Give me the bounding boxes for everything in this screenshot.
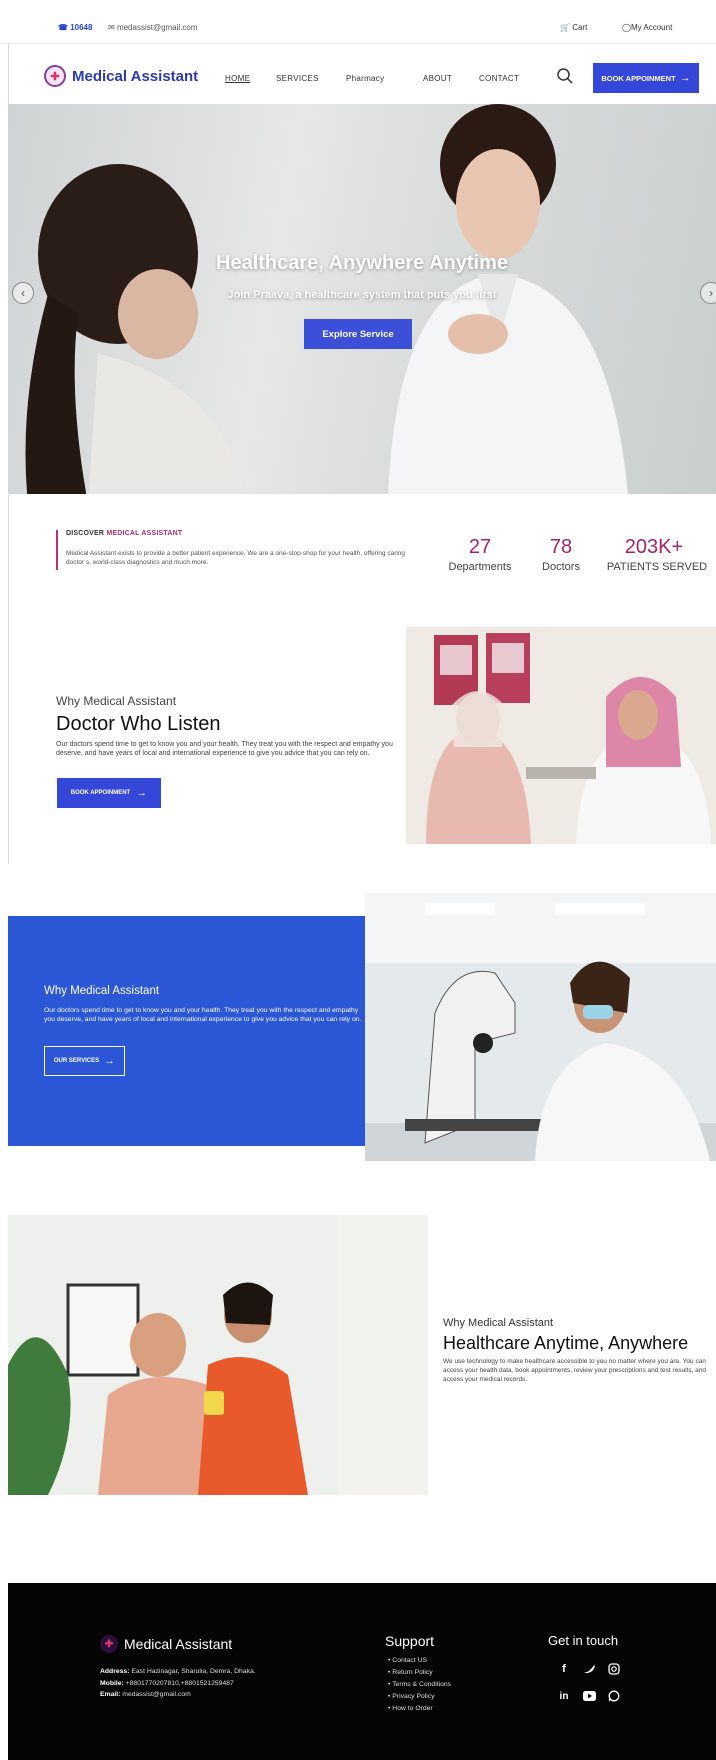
arrow-right-icon: → xyxy=(104,1055,116,1067)
book-appointment-button[interactable]: BOOK APPOINMENT → xyxy=(593,63,699,93)
patient-illustration xyxy=(25,164,245,494)
blue-panel xyxy=(8,916,365,1146)
stat-patients-label: PATIENTS SERVED xyxy=(606,561,708,573)
family-illustration xyxy=(8,1215,428,1495)
footer: ✚ Medical Assistant Address: East Hazina… xyxy=(8,1583,716,1760)
family-photo xyxy=(8,1215,428,1495)
doctor-consult-photo xyxy=(406,627,716,844)
nav-pharmacy[interactable]: Pharmacy xyxy=(346,74,384,83)
support-link-terms[interactable]: Terms & Conditions xyxy=(388,1679,451,1691)
footer-contact-info: Address: East Hazinagar, Sharulia, Demra… xyxy=(100,1666,256,1701)
stat-patients-value: 203K+ xyxy=(624,536,684,558)
footer-address: Address: East Hazinagar, Sharulia, Demra… xyxy=(100,1668,256,1675)
phone-icon: ☎ xyxy=(58,23,71,32)
listen-book-button[interactable]: BOOK APPOINMENT → xyxy=(57,778,161,808)
footer-email: Email: medassist@gmail.com xyxy=(100,1691,191,1699)
lab-illustration xyxy=(365,893,716,1161)
main-nav: ✚ Medical Assistant HOME SERVICES Pharma… xyxy=(0,48,716,104)
support-link-return[interactable]: Return Policy xyxy=(388,1667,451,1679)
hero-subtitle: Join Praava, a healthcare system that pu… xyxy=(227,289,497,301)
nav-services[interactable]: SERVICES xyxy=(276,74,319,83)
youtube-icon[interactable] xyxy=(581,1688,597,1704)
mail-icon: ✉ xyxy=(108,23,117,32)
explore-service-button[interactable]: Explore Service xyxy=(304,319,412,349)
hero-title: Healthcare, Anywhere Anytime xyxy=(216,252,508,274)
carousel-next-button[interactable]: › xyxy=(700,282,716,304)
arrow-right-icon: → xyxy=(136,787,148,799)
nav-contact[interactable]: CONTACT xyxy=(479,74,519,83)
instagram-icon[interactable] xyxy=(606,1661,622,1677)
discover-heading: DISCOVER MEDICAL ASSISTANT xyxy=(66,530,183,537)
listen-title: Doctor Who Listen xyxy=(56,713,221,735)
twitter-icon[interactable] xyxy=(581,1661,597,1677)
get-in-touch-title: Get in touch xyxy=(548,1633,619,1648)
footer-logo-icon[interactable]: ✚ xyxy=(100,1635,118,1653)
hotline[interactable]: ☎ 10648 xyxy=(58,23,92,32)
support-link-privacy[interactable]: Privacy Policy xyxy=(388,1691,451,1703)
listen-text: Our doctors spend time to get to know yo… xyxy=(56,741,393,758)
footer-mobile: Mobile: +8801770207810,+8801521259487 xyxy=(100,1679,234,1687)
anywhere-kicker: Why Medical Assistant xyxy=(443,1317,554,1329)
cart-icon: 🛒 xyxy=(560,23,570,32)
stat-departments-value: 27 xyxy=(468,536,492,558)
discover-text: Medical Assistant exists to provide a be… xyxy=(66,550,406,567)
linkedin-icon[interactable]: in xyxy=(556,1688,572,1704)
stat-doctors-label: Doctors xyxy=(542,561,580,573)
brand-name[interactable]: Medical Assistant xyxy=(72,68,198,85)
consult-illustration xyxy=(406,627,716,844)
anywhere-text: We use technology to make healthcare acc… xyxy=(443,1358,707,1384)
user-icon: ◯ xyxy=(622,23,631,32)
top-bar: ☎ 10648 ✉ medassist@gmail.com 🛒 Cart ◯My… xyxy=(0,0,716,44)
support-title: Support xyxy=(385,1633,435,1649)
stat-departments-label: Departments xyxy=(448,561,512,573)
facebook-icon[interactable]: f xyxy=(556,1661,572,1677)
lab-photo xyxy=(365,893,716,1161)
logo-icon[interactable]: ✚ xyxy=(44,65,66,87)
nav-about[interactable]: ABOUT xyxy=(423,74,452,83)
support-link-how-to-order[interactable]: How to Order xyxy=(388,1703,451,1715)
anywhere-title: Healthcare Anytime, Anywhere xyxy=(443,1333,689,1353)
accent-bar xyxy=(56,530,58,570)
my-account-link[interactable]: ◯My Account xyxy=(622,23,672,32)
stat-doctors-value: 78 xyxy=(549,536,573,558)
listen-kicker: Why Medical Assistant xyxy=(56,694,177,708)
carousel-prev-button[interactable]: ‹ xyxy=(12,282,34,304)
nav-home[interactable]: HOME xyxy=(225,74,250,83)
cart-link[interactable]: 🛒 Cart xyxy=(560,23,587,32)
whatsapp-icon[interactable] xyxy=(606,1688,622,1704)
top-email[interactable]: ✉ medassist@gmail.com xyxy=(108,23,198,32)
our-services-button[interactable]: OUR SERVICES → xyxy=(44,1046,125,1076)
arrow-right-icon: → xyxy=(679,72,691,84)
hero-banner: Healthcare, Anywhere Anytime Join Praava… xyxy=(8,104,716,494)
support-links: Contact US Return Policy Terms & Conditi… xyxy=(388,1655,451,1714)
search-icon[interactable] xyxy=(556,67,574,85)
services-text: Our doctors spend time to get to know yo… xyxy=(44,1007,362,1024)
support-link-contact[interactable]: Contact US xyxy=(388,1655,451,1667)
footer-brand[interactable]: Medical Assistant xyxy=(124,1636,232,1652)
services-kicker: Why Medical Assistant xyxy=(44,985,160,997)
chevron-left-icon: ‹ xyxy=(21,286,25,300)
chevron-right-icon: › xyxy=(709,286,713,300)
